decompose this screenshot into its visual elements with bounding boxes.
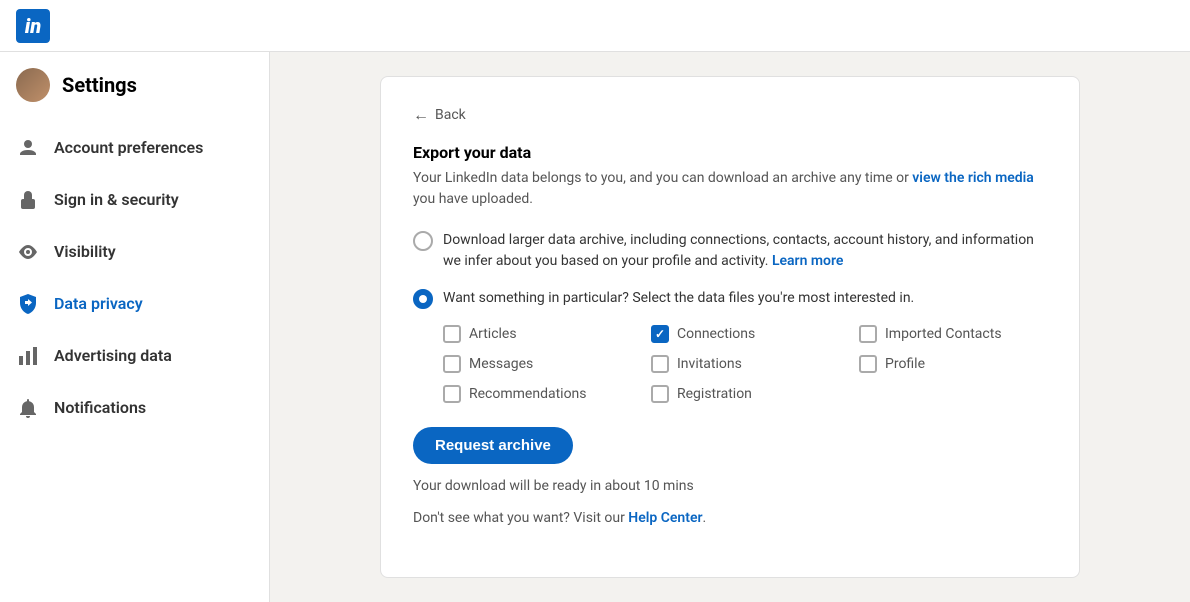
- checkbox-profile-box[interactable]: [859, 355, 877, 373]
- content-area: ← Back Export your data Your LinkedIn da…: [270, 52, 1190, 602]
- sidebar-item-label-data-privacy: Data privacy: [54, 294, 143, 315]
- linkedin-logo[interactable]: in: [16, 9, 50, 43]
- radio-2-circle[interactable]: [413, 289, 433, 309]
- export-desc-end: you have uploaded.: [413, 191, 533, 207]
- back-arrow-icon: ←: [413, 105, 429, 125]
- bell-icon: [16, 396, 40, 420]
- checkbox-registration[interactable]: Registration: [651, 385, 839, 403]
- help-text-end: .: [703, 510, 707, 526]
- checkboxes-grid: Articles Connections Imported Contacts M…: [443, 325, 1047, 403]
- checkbox-connections-label: Connections: [677, 326, 755, 342]
- settings-header: Settings: [0, 68, 269, 122]
- export-title: Export your data: [413, 143, 1047, 162]
- checkbox-messages-box[interactable]: [443, 355, 461, 373]
- help-text: Don't see what you want? Visit our Help …: [413, 510, 1047, 526]
- checkbox-profile-label: Profile: [885, 356, 925, 372]
- sidebar-item-data-privacy[interactable]: Data privacy: [0, 278, 269, 330]
- checkbox-imported-contacts[interactable]: Imported Contacts: [859, 325, 1047, 343]
- shield-icon: [16, 292, 40, 316]
- sidebar-item-account-preferences[interactable]: Account preferences: [0, 122, 269, 174]
- checkbox-recommendations-box[interactable]: [443, 385, 461, 403]
- main-layout: Settings Account preferences Sign in & s…: [0, 52, 1190, 602]
- view-rich-media-link[interactable]: view the rich media: [912, 170, 1034, 186]
- person-icon: [16, 136, 40, 160]
- sidebar: Settings Account preferences Sign in & s…: [0, 52, 270, 602]
- checkbox-invitations-label: Invitations: [677, 356, 742, 372]
- export-description: Your LinkedIn data belongs to you, and y…: [413, 168, 1047, 210]
- help-center-link[interactable]: Help Center: [628, 510, 702, 526]
- download-info: Your download will be ready in about 10 …: [413, 478, 1047, 494]
- radio-option-2[interactable]: Want something in particular? Select the…: [413, 288, 1047, 309]
- checkbox-imported-contacts-box[interactable]: [859, 325, 877, 343]
- radio-option-1[interactable]: Download larger data archive, including …: [413, 230, 1047, 272]
- checkbox-articles-box[interactable]: [443, 325, 461, 343]
- lock-icon: [16, 188, 40, 212]
- sidebar-item-label-visibility: Visibility: [54, 242, 116, 263]
- checkbox-articles[interactable]: Articles: [443, 325, 631, 343]
- checkbox-invitations[interactable]: Invitations: [651, 355, 839, 373]
- back-link[interactable]: ← Back: [413, 105, 1047, 125]
- radio-2-text: Want something in particular? Select the…: [443, 288, 914, 309]
- sidebar-item-notifications[interactable]: Notifications: [0, 382, 269, 434]
- checkbox-invitations-box[interactable]: [651, 355, 669, 373]
- export-card: ← Back Export your data Your LinkedIn da…: [380, 76, 1080, 578]
- checkbox-connections[interactable]: Connections: [651, 325, 839, 343]
- back-label: Back: [435, 107, 466, 123]
- checkbox-imported-contacts-label: Imported Contacts: [885, 326, 1002, 342]
- checkbox-recommendations[interactable]: Recommendations: [443, 385, 631, 403]
- learn-more-link[interactable]: Learn more: [772, 253, 843, 269]
- sidebar-item-advertising-data[interactable]: Advertising data: [0, 330, 269, 382]
- settings-title: Settings: [62, 73, 137, 97]
- sidebar-item-label-account-preferences: Account preferences: [54, 138, 203, 159]
- help-text-plain: Don't see what you want? Visit our: [413, 510, 628, 526]
- request-archive-button[interactable]: Request archive: [413, 427, 573, 464]
- checkbox-registration-box[interactable]: [651, 385, 669, 403]
- checkbox-articles-label: Articles: [469, 326, 517, 342]
- sidebar-item-sign-in-security[interactable]: Sign in & security: [0, 174, 269, 226]
- checkbox-messages-label: Messages: [469, 356, 533, 372]
- radio-1-circle[interactable]: [413, 231, 433, 251]
- eye-icon: [16, 240, 40, 264]
- avatar: [16, 68, 50, 102]
- checkbox-recommendations-label: Recommendations: [469, 386, 587, 402]
- sidebar-item-label-notifications: Notifications: [54, 398, 146, 419]
- sidebar-item-label-sign-in-security: Sign in & security: [54, 190, 179, 211]
- checkbox-profile[interactable]: Profile: [859, 355, 1047, 373]
- sidebar-item-visibility[interactable]: Visibility: [0, 226, 269, 278]
- checkbox-registration-label: Registration: [677, 386, 752, 402]
- top-bar: in: [0, 0, 1190, 52]
- sidebar-item-label-advertising-data: Advertising data: [54, 346, 172, 367]
- radio-1-text: Download larger data archive, including …: [443, 230, 1047, 272]
- export-desc-plain: Your LinkedIn data belongs to you, and y…: [413, 170, 912, 186]
- checkbox-messages[interactable]: Messages: [443, 355, 631, 373]
- checkbox-connections-box[interactable]: [651, 325, 669, 343]
- chart-icon: [16, 344, 40, 368]
